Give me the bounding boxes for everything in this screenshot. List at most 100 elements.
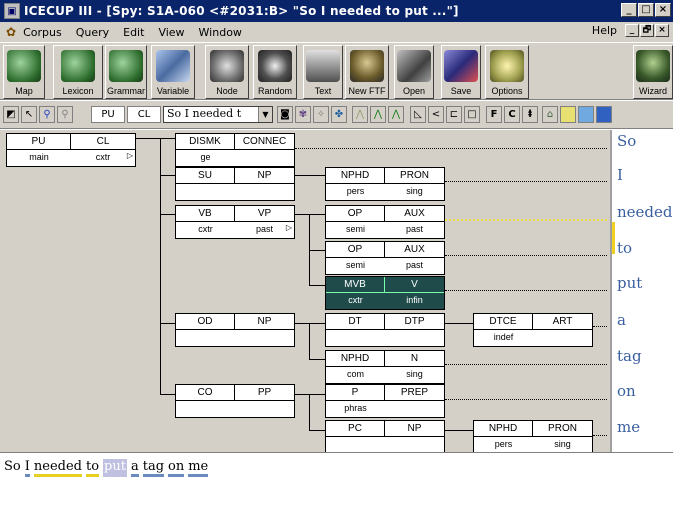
word-me[interactable]: me xyxy=(617,418,640,436)
tree-node-op-2[interactable]: OP AUX semi past xyxy=(325,241,445,275)
node-button[interactable]: Node xyxy=(205,45,249,99)
close-button[interactable]: × xyxy=(655,3,671,17)
sentence-word[interactable]: me xyxy=(188,459,209,477)
menu-view[interactable]: View xyxy=(151,26,191,39)
word-on[interactable]: on xyxy=(617,382,636,400)
sentence-word[interactable]: I xyxy=(24,459,30,477)
menu-bar: ✿ Corpus Query Edit View Window Help _ 🗗… xyxy=(0,22,673,42)
mdi-close-button[interactable]: × xyxy=(655,24,669,37)
open-button[interactable]: Open xyxy=(394,45,434,99)
tree-node-su[interactable]: SU NP xyxy=(175,167,295,201)
sentence-word[interactable]: to xyxy=(85,459,100,477)
tree-node-co[interactable]: CO PP xyxy=(175,384,295,418)
sentence-word[interactable]: a xyxy=(130,459,139,477)
tree-node-nphd-n[interactable]: NPHD N com sing xyxy=(325,350,445,384)
word-so[interactable]: So xyxy=(617,132,636,150)
menu-right: Help _ 🗗 × xyxy=(585,24,669,37)
menu-corpus[interactable]: Corpus xyxy=(16,26,69,39)
main-toolbar: Map Lexicon Grammar Variable Node Random… xyxy=(0,42,673,100)
save-icon xyxy=(444,50,478,82)
tree-node-nphd-pron-2[interactable]: NPHD PRON pers sing xyxy=(473,420,593,454)
bracket-icon[interactable]: ⊏ xyxy=(446,106,462,123)
maximize-button[interactable]: □ xyxy=(638,3,654,17)
word-a[interactable]: a xyxy=(617,311,626,329)
node-add-icon[interactable]: ✧ xyxy=(313,106,329,123)
wizard-button[interactable]: Wizard xyxy=(633,45,673,99)
tree-c-icon[interactable]: ⋀ xyxy=(388,106,404,123)
menu-window[interactable]: Window xyxy=(192,26,249,39)
grammar-button[interactable]: Grammar xyxy=(105,45,147,99)
save-button[interactable]: Save xyxy=(441,45,481,99)
variable-button[interactable]: Variable xyxy=(151,45,195,99)
less-than-icon[interactable]: < xyxy=(428,106,444,123)
tree-node-p[interactable]: P PREP phras xyxy=(325,384,445,418)
map-button[interactable]: Map xyxy=(3,45,45,99)
home-icon[interactable]: ⌂ xyxy=(542,106,558,123)
tree-node-dtce[interactable]: DTCE ART indef xyxy=(473,313,593,347)
link-icon[interactable]: ✤ xyxy=(331,106,347,123)
zoom-out-icon[interactable]: ⚲ xyxy=(57,106,73,123)
tree-node-od[interactable]: OD NP xyxy=(175,313,295,347)
tree-b-icon[interactable]: ⋀ xyxy=(370,106,386,123)
sentence-word-selected[interactable]: put xyxy=(103,459,127,477)
highlight-icon[interactable] xyxy=(560,106,576,123)
circle-icon[interactable]: ◙ xyxy=(277,106,293,123)
minimize-button[interactable]: _ xyxy=(621,3,637,17)
query-toolbar: ◩ ↖ ⚲ ⚲ PU CL So I needed t ▼ ◙ ✾ ✧ ✤ ⋀ … xyxy=(0,101,673,129)
tree-node-mvb-selected[interactable]: MVB V cxtr infin xyxy=(325,276,445,310)
window-controls: _ □ × xyxy=(620,3,671,17)
random-button[interactable]: Random xyxy=(253,45,297,99)
window-title: ICECUP III - [Spy: S1A-060 <#2031:B> "So… xyxy=(24,4,459,18)
globe-icon xyxy=(7,50,41,82)
color-icon[interactable] xyxy=(578,106,594,123)
word-needed[interactable]: needed xyxy=(617,203,673,221)
mdi-restore-button[interactable]: 🗗 xyxy=(640,24,654,37)
tree-a-icon[interactable]: ⋀ xyxy=(352,106,368,123)
word-to[interactable]: to xyxy=(617,239,632,257)
options-button[interactable]: Options xyxy=(485,45,529,99)
box-icon[interactable]: □ xyxy=(464,106,480,123)
zoom-icon[interactable]: ⚲ xyxy=(39,106,55,123)
fuzzy-f-button[interactable]: F xyxy=(486,106,502,123)
pointer-icon[interactable]: ↖ xyxy=(21,106,37,123)
sentence-word[interactable]: on xyxy=(168,459,185,477)
variable-icon xyxy=(156,50,190,82)
tree-node-op-1[interactable]: OP AUX semi past xyxy=(325,205,445,239)
node-icon xyxy=(210,50,244,82)
wizard-icon xyxy=(636,50,670,82)
expand-arrow-icon[interactable]: ▷ xyxy=(127,151,133,160)
tree-node-vb[interactable]: VB VP cxtr past ▷ xyxy=(175,205,295,239)
slash-icon[interactable]: ◺ xyxy=(410,106,426,123)
text-combo[interactable]: So I needed t ▼ xyxy=(163,106,273,123)
cl-field[interactable]: CL xyxy=(127,106,161,123)
pu-field[interactable]: PU xyxy=(91,106,125,123)
tree-node-pc[interactable]: PC NP xyxy=(325,420,445,454)
menu-query[interactable]: Query xyxy=(69,26,116,39)
fuzzy-c-button[interactable]: C xyxy=(504,106,520,123)
sentence-word[interactable]: needed xyxy=(33,459,82,477)
chevron-down-icon[interactable]: ▼ xyxy=(258,107,272,122)
lexicon-button[interactable]: Lexicon xyxy=(53,45,103,99)
menu-edit[interactable]: Edit xyxy=(116,26,151,39)
word-i[interactable]: I xyxy=(617,166,623,184)
options-icon xyxy=(490,50,524,82)
sentence-word[interactable]: tag xyxy=(142,459,165,477)
tree-node-dt[interactable]: DT DTP xyxy=(325,313,445,347)
tree-node-root[interactable]: PU CL main cxtr ▷ xyxy=(6,133,136,167)
word-put[interactable]: put xyxy=(617,274,642,292)
new-ftf-button[interactable]: New FTF xyxy=(345,45,389,99)
blue-icon[interactable] xyxy=(596,106,612,123)
sentence: So I needed to put a tag on me xyxy=(4,459,209,477)
word-tag[interactable]: tag xyxy=(617,347,642,365)
sentence-word[interactable]: So xyxy=(4,459,21,477)
expand-arrow-icon[interactable]: ▷ xyxy=(286,223,292,232)
fuzzy-struck-icon[interactable]: ⱡ xyxy=(522,106,538,123)
tree-node-dismk[interactable]: DISMK CONNEC ge xyxy=(175,133,295,167)
select-icon[interactable]: ◩ xyxy=(3,106,19,123)
text-button[interactable]: Text xyxy=(303,45,343,99)
mdi-minimize-button[interactable]: _ xyxy=(625,24,639,37)
icecup-icon[interactable]: ▣ xyxy=(4,3,20,19)
pair-icon[interactable]: ✾ xyxy=(295,106,311,123)
menu-help[interactable]: Help xyxy=(585,24,624,37)
tree-node-nphd-pron[interactable]: NPHD PRON pers sing xyxy=(325,167,445,201)
